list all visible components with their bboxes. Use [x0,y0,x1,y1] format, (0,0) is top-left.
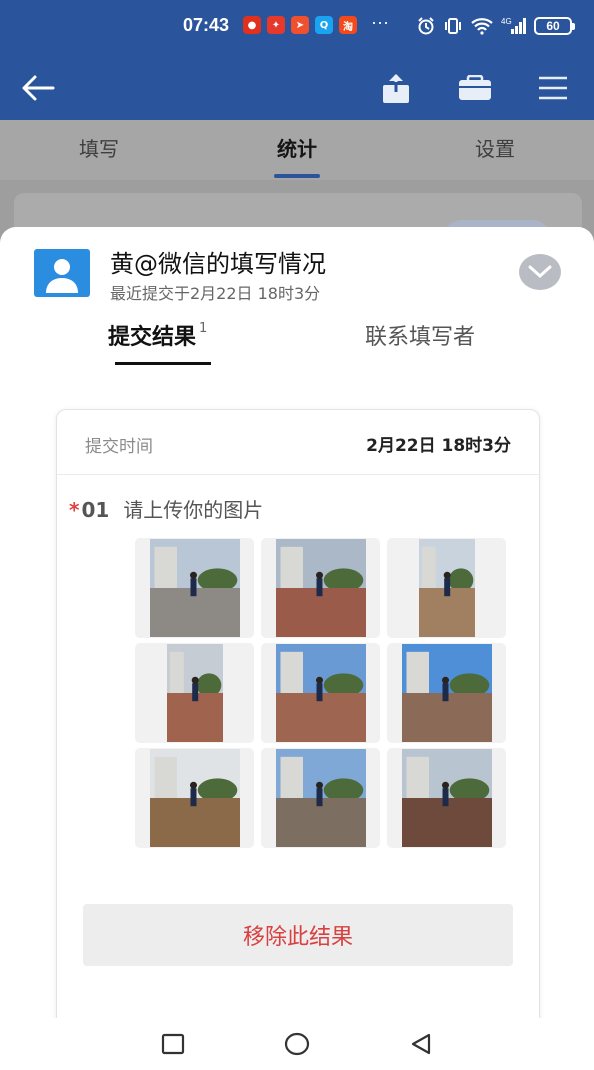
photo-thumbnail[interactable] [261,643,380,743]
tab-submission-results[interactable]: 提交结果 1 [108,319,207,351]
photo-thumbnail[interactable] [135,643,254,743]
photo-grid [135,538,507,848]
photo-image [275,644,366,742]
avatar [34,249,90,297]
battery-icon: 60 [534,17,575,35]
sheet-title: 黄@微信的填写情况 [110,250,326,278]
square-icon [161,1033,185,1055]
tab-fill[interactable]: 填写 [0,120,198,180]
divider [57,474,539,475]
submit-time-label: 提交时间 [85,437,153,457]
status-time: 07:43 [183,15,230,35]
photo-image [401,644,492,742]
recent-apps-button[interactable] [159,1030,187,1058]
status-bar: 07:43 ● ✦ ➤ Q 淘 ··· 4G 60 [0,0,594,56]
more-notifications-icon: ··· [371,12,389,32]
last-submitted-text: 最近提交于2月22日 18时3分 [110,284,321,303]
photo-image [149,539,240,637]
results-count: 1 [199,320,208,336]
app-notification-icon: ✦ [267,16,285,34]
submit-time-value: 2月22日 18时3分 [366,436,511,456]
navigation-bar [0,1018,594,1070]
menu-button[interactable] [531,66,575,110]
app-notification-icon: ➤ [291,16,309,34]
vibrate-icon [445,18,461,34]
photo-image [166,644,223,742]
photo-image [149,749,240,847]
notification-icons: ● ✦ ➤ Q 淘 [243,16,357,34]
back-button[interactable] [16,66,60,110]
triangle-back-icon [411,1033,431,1055]
photo-image [401,749,492,847]
chevron-down-icon [528,265,552,279]
remove-result-button[interactable]: 移除此结果 [83,904,513,966]
question-header: * 01 请上传你的图片 [69,494,263,523]
submission-sheet: 黄@微信的填写情况 最近提交于2月22日 18时3分 提交结果 1 联系填写者 提… [0,227,594,1018]
active-tab-indicator [115,362,211,365]
taobao-notification-icon: 淘 [339,16,357,34]
photo-image [418,539,475,637]
result-card: 提交时间 2月22日 18时3分 * 01 请上传你的图片 移除此结果 [56,409,540,1018]
qq-notification-icon: Q [315,16,333,34]
photo-image [275,539,366,637]
photo-thumbnail[interactable] [135,748,254,848]
user-avatar-icon [46,259,78,293]
menu-icon [539,76,567,100]
required-mark: * [69,498,80,522]
system-icons: 4G 60 [416,16,575,36]
tab-statistics[interactable]: 统计 [198,120,396,180]
home-button[interactable] [283,1030,311,1058]
app-bar [0,56,594,120]
signal-icon: 4G [501,17,526,34]
tab-settings[interactable]: 设置 [396,120,594,180]
question-text: 请上传你的图片 [123,498,264,522]
photo-image [275,749,366,847]
photo-thumbnail[interactable] [387,538,506,638]
tab-submission-results-label: 提交结果 [108,325,197,350]
top-tabs: 填写 统计 设置 [0,120,594,180]
alarm-icon [418,17,434,35]
circle-icon [284,1032,310,1056]
svg-text:4G: 4G [501,17,512,26]
question-number: 01 [81,498,110,522]
photo-thumbnail[interactable] [261,748,380,848]
share-icon [383,74,409,103]
photo-thumbnail[interactable] [387,643,506,743]
app-notification-icon: ● [243,16,261,34]
photo-thumbnail[interactable] [387,748,506,848]
back-arrow-icon [22,75,55,101]
briefcase-icon [459,75,491,100]
collapse-button[interactable] [519,254,561,290]
tab-contact-respondent[interactable]: 联系填写者 [365,319,475,351]
briefcase-button[interactable] [453,66,497,110]
share-button[interactable] [374,66,418,110]
photo-thumbnail[interactable] [135,538,254,638]
back-nav-button[interactable] [407,1030,435,1058]
wifi-icon [471,18,493,35]
photo-thumbnail[interactable] [261,538,380,638]
